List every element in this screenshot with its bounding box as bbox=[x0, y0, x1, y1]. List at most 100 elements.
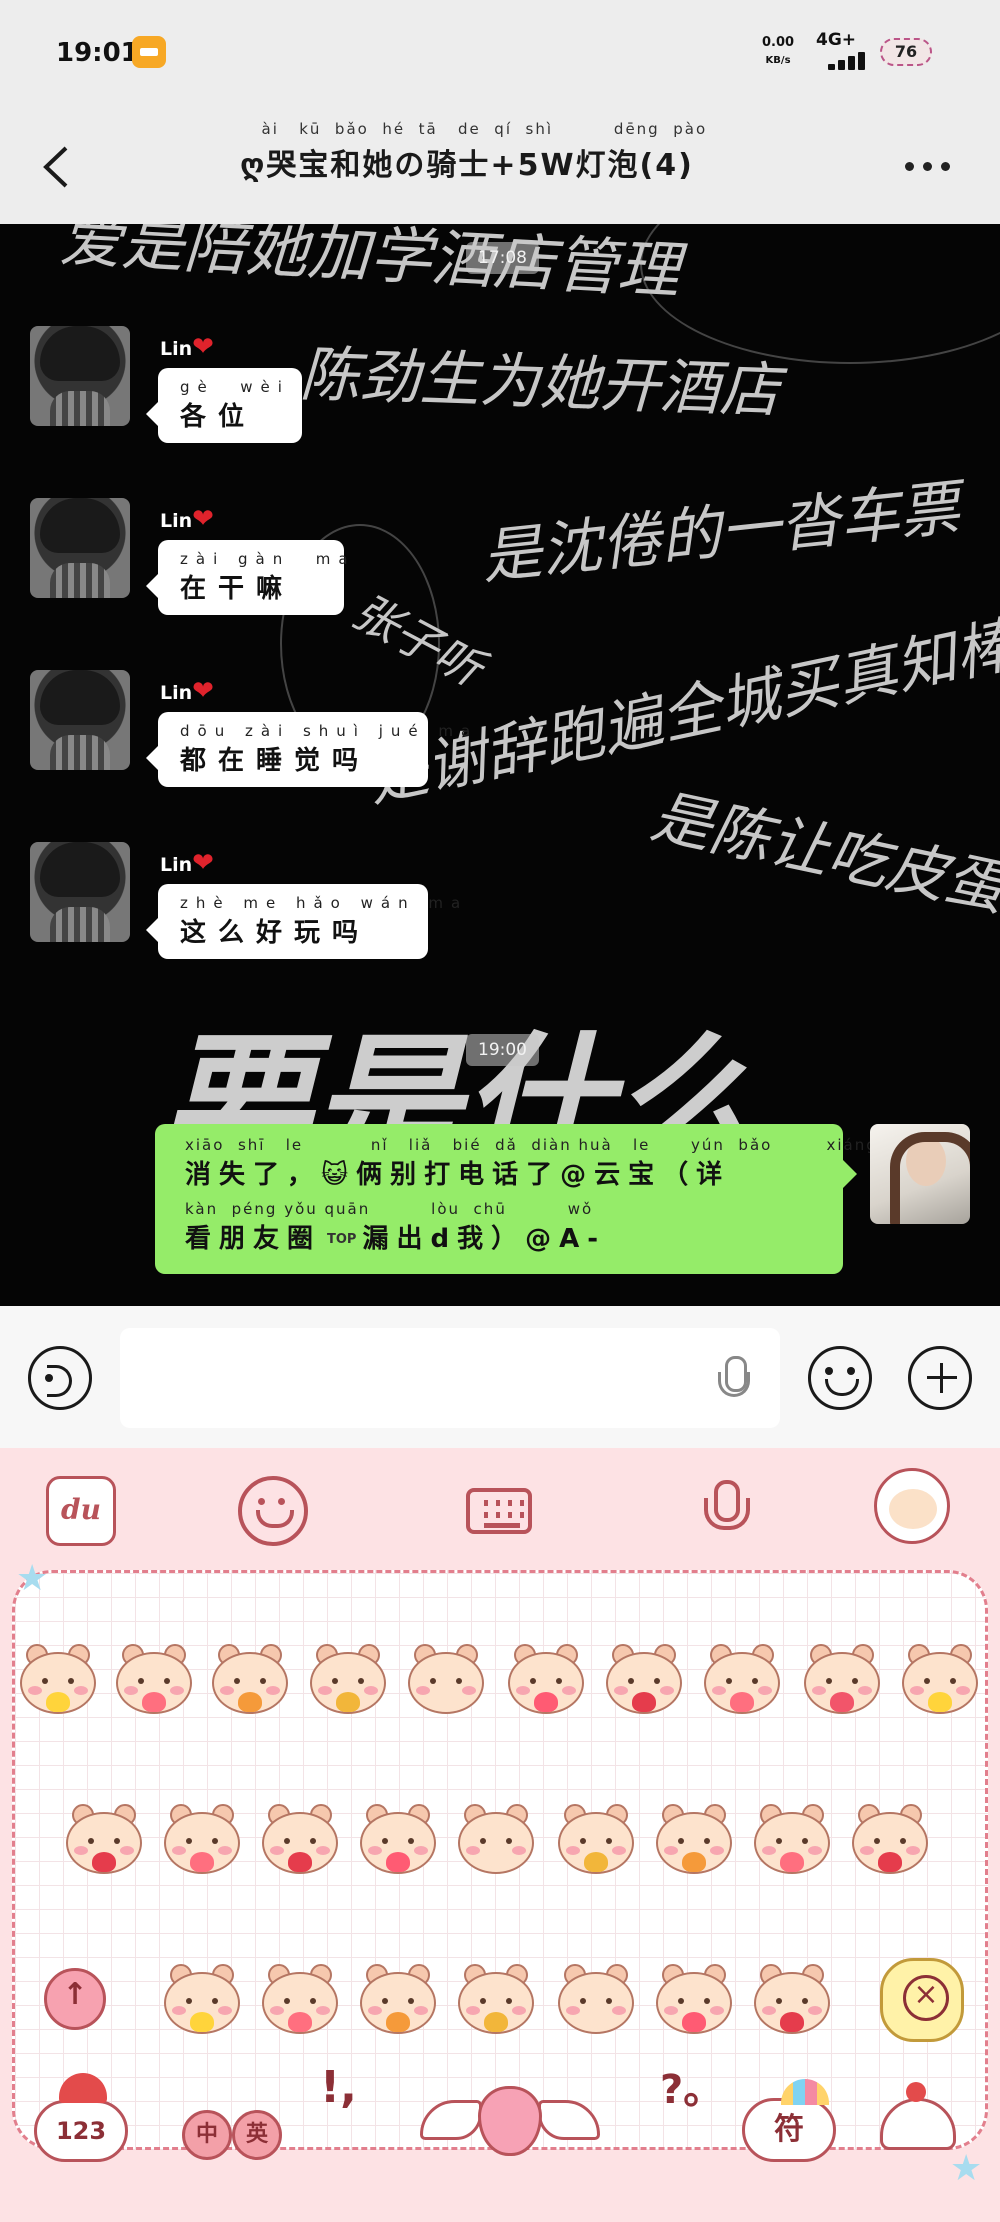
avatar[interactable] bbox=[30, 670, 130, 770]
message-timestamp: 17:08 bbox=[466, 242, 539, 274]
hamster-sticker[interactable] bbox=[62, 1804, 146, 1882]
message-bubble[interactable]: zhè me hǎo wán ma 这么好玩吗 bbox=[146, 884, 469, 959]
heart-icon: ❤ bbox=[192, 676, 214, 706]
hamster-sticker[interactable] bbox=[750, 1964, 834, 2042]
heart-icon: ❤ bbox=[192, 848, 214, 878]
more-options-icon[interactable] bbox=[905, 162, 955, 174]
battery-icon: 76 bbox=[880, 38, 932, 66]
symbol-key[interactable]: 符 bbox=[742, 2079, 836, 2162]
wing-decoration bbox=[538, 2100, 600, 2140]
hamster-sticker[interactable] bbox=[258, 1964, 342, 2042]
wallpaper-text: 爱是陪她加学酒店管理 bbox=[58, 224, 682, 308]
hamster-sticker[interactable] bbox=[848, 1804, 932, 1882]
hamster-sticker[interactable] bbox=[554, 1964, 638, 2042]
sender-name: Lin❤ bbox=[160, 848, 214, 878]
punctuation-key[interactable]: !, bbox=[320, 2066, 357, 2158]
message-bubble[interactable]: dōu zài shuì jué ma 都在睡觉吗 bbox=[146, 712, 479, 787]
avatar[interactable] bbox=[30, 842, 130, 942]
star-icon: ★ bbox=[950, 2148, 983, 2189]
hamster-sticker[interactable] bbox=[454, 1804, 538, 1882]
hamster-sticker[interactable] bbox=[504, 1644, 588, 1722]
avatar[interactable] bbox=[30, 498, 130, 598]
message-input[interactable] bbox=[120, 1328, 780, 1428]
back-arrow-icon[interactable] bbox=[38, 142, 78, 192]
network-speed-unit: KB/s bbox=[765, 55, 791, 66]
hamster-sticker[interactable] bbox=[258, 1804, 342, 1882]
my-message-bubble[interactable]: xiāo shī le nǐ liǎ bié dǎ diàn huà le yú… bbox=[155, 1124, 878, 1274]
hamster-sticker[interactable] bbox=[800, 1644, 884, 1722]
hamster-sticker[interactable] bbox=[602, 1644, 686, 1722]
voice-input-key[interactable] bbox=[420, 2080, 600, 2170]
hamster-sticker[interactable] bbox=[554, 1804, 638, 1882]
message-pinyin: zhè me hǎo wán ma bbox=[180, 894, 469, 912]
hamster-sticker-icon[interactable] bbox=[874, 1468, 950, 1544]
hamster-sticker[interactable] bbox=[306, 1644, 390, 1722]
hamster-sticker[interactable] bbox=[404, 1644, 488, 1722]
wallpaper-text: 是沈倦的一沓车票 bbox=[478, 473, 963, 593]
status-bar: 19:01 0.00 KB/s 4G+ 76 bbox=[0, 0, 1000, 110]
keyboard-icon[interactable] bbox=[466, 1488, 532, 1534]
heart-mic-icon bbox=[478, 2086, 542, 2156]
chat-header: ài kū bǎo hé tā de qí shì dēng pào ღ哭宝和她… bbox=[0, 110, 1000, 224]
hamster-sticker[interactable] bbox=[356, 1804, 440, 1882]
keyboard: du ★ 123 中 英 !, ?。 符 ★ bbox=[0, 1448, 1000, 2222]
question-key[interactable]: ?。 bbox=[660, 2068, 723, 2158]
heart-icon: ❤ bbox=[192, 332, 214, 362]
message-pinyin: zài gàn ma bbox=[180, 550, 356, 568]
emoticon-icon[interactable] bbox=[238, 1476, 308, 1546]
key-123[interactable]: 123 bbox=[34, 2073, 128, 2162]
sender-name: Lin❤ bbox=[160, 332, 214, 362]
title-pinyin: ài kū bǎo hé tā de qí shì dēng pào bbox=[248, 120, 708, 138]
hamster-sticker[interactable] bbox=[208, 1644, 292, 1722]
sender-name: Lin❤ bbox=[160, 676, 214, 706]
wallpaper-text: 是陈让吃皮蛋 bbox=[645, 781, 1000, 925]
hamster-sticker[interactable] bbox=[160, 1804, 244, 1882]
message-text: 这么好玩吗 bbox=[180, 918, 371, 948]
hamster-sticker[interactable] bbox=[700, 1644, 784, 1722]
message-pinyin: dōu zài shuì jué ma bbox=[180, 722, 479, 740]
avatar[interactable] bbox=[30, 326, 130, 426]
message-text: 消失了，😺俩别打电话了@云宝（详 bbox=[185, 1160, 731, 1190]
my-avatar[interactable] bbox=[870, 1124, 970, 1224]
sender-name: Lin❤ bbox=[160, 504, 214, 534]
message-bubble[interactable]: zài gàn ma 在干嘛 bbox=[146, 540, 356, 615]
message-text: 都在睡觉吗 bbox=[180, 746, 371, 776]
hamster-sticker[interactable] bbox=[898, 1644, 982, 1722]
message-text: 在干嘛 bbox=[180, 574, 295, 604]
balloon-sticker-icon[interactable] bbox=[44, 1968, 106, 2030]
voice-input-button[interactable] bbox=[28, 1346, 92, 1410]
hamster-sticker[interactable] bbox=[160, 1964, 244, 2042]
message-pinyin: xiāo shī le nǐ liǎ bié dǎ diàn huà le yú… bbox=[185, 1136, 878, 1154]
language-switch-key[interactable]: 中 英 bbox=[182, 2100, 284, 2164]
key-zh: 中 bbox=[182, 2110, 232, 2160]
status-time: 19:01 bbox=[56, 38, 139, 68]
message-timestamp: 19:00 bbox=[466, 1034, 539, 1066]
input-bar bbox=[0, 1306, 1000, 1448]
network-speed-value: 0.00 bbox=[762, 35, 795, 50]
top-emoji-icon: TOP bbox=[327, 1232, 357, 1247]
message-bubble[interactable]: gè wèi 各位 bbox=[146, 368, 302, 443]
emoji-button[interactable] bbox=[808, 1346, 872, 1410]
hamster-sticker[interactable] bbox=[112, 1644, 196, 1722]
message-pinyin: kàn péng yǒu quān lòu chū wǒ bbox=[185, 1200, 594, 1218]
hamster-sticker[interactable] bbox=[652, 1964, 736, 2042]
chat-title: ღ哭宝和她の骑士+5W灯泡(4) bbox=[240, 148, 694, 183]
wallpaper-text: 陈劲生为她开酒店 bbox=[298, 339, 781, 427]
hamster-sticker[interactable] bbox=[750, 1804, 834, 1882]
heart-icon: ❤ bbox=[192, 504, 214, 534]
du-logo-icon[interactable]: du bbox=[46, 1476, 116, 1546]
key-en: 英 bbox=[232, 2110, 282, 2160]
app-notification-icon bbox=[132, 36, 166, 68]
network-speed: 0.00 KB/s bbox=[762, 34, 794, 70]
delete-key[interactable] bbox=[880, 1958, 964, 2042]
chat-area[interactable]: 爱是陪她加学酒店管理 陈劲生为她开酒店 是沈倦的一沓车票 是谢辞跑遍全城买真知棒… bbox=[0, 224, 1000, 1306]
more-functions-button[interactable] bbox=[908, 1346, 972, 1410]
voice-keyboard-icon[interactable] bbox=[700, 1476, 750, 1546]
microphone-icon[interactable] bbox=[718, 1356, 750, 1404]
enter-key[interactable] bbox=[870, 2078, 960, 2168]
wing-decoration bbox=[420, 2100, 482, 2140]
hamster-sticker[interactable] bbox=[16, 1644, 100, 1722]
hamster-sticker[interactable] bbox=[454, 1964, 538, 2042]
hamster-sticker[interactable] bbox=[356, 1964, 440, 2042]
hamster-sticker[interactable] bbox=[652, 1804, 736, 1882]
